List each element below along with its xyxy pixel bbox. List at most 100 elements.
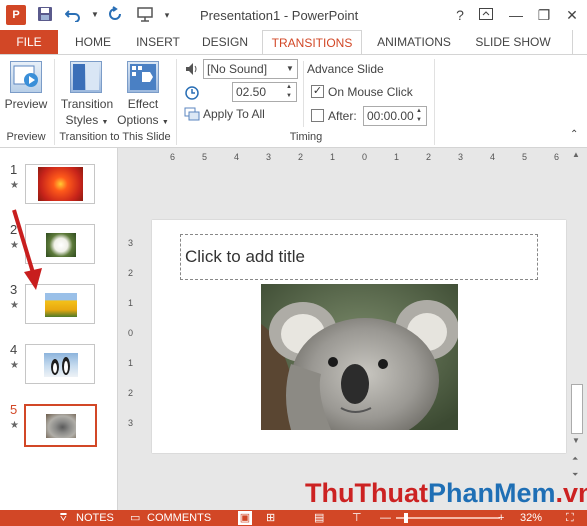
tabs-overflow[interactable] (572, 30, 587, 54)
sound-icon (184, 61, 200, 77)
effect-options-button[interactable]: Effect Options ▼ (116, 97, 170, 127)
slide-number: 5 (10, 402, 18, 417)
status-bar: ⩢ NOTES ▭ COMMENTS ▣ ⊞ ▤ ⊤ — + 32% ⛶ (0, 510, 587, 526)
effect-options-icon[interactable] (127, 61, 159, 93)
ruler-tick-label: 0 (362, 152, 368, 162)
tab-home[interactable]: HOME (66, 30, 120, 54)
preview-button[interactable]: Preview (4, 97, 48, 111)
tab-insert[interactable]: INSERT (128, 30, 188, 54)
comments-button[interactable]: COMMENTS (147, 511, 211, 525)
ruler-tick-label: 6 (170, 152, 176, 162)
animation-star-icon: ★ (10, 180, 19, 191)
white-flower-image (46, 233, 76, 257)
zoom-slider-thumb[interactable] (404, 513, 408, 523)
fit-to-window-icon[interactable]: ⛶ (566, 511, 574, 525)
duration-spinner[interactable]: 02.50 ▲ ▼ (232, 82, 297, 102)
powerpoint-app-icon[interactable]: P (6, 5, 26, 25)
tab-file[interactable]: FILE (0, 30, 58, 54)
customize-qat-icon[interactable]: ▾ (158, 6, 176, 24)
save-icon[interactable] (36, 6, 54, 24)
zoom-level[interactable]: 32% (520, 511, 542, 525)
group-separator (54, 59, 55, 145)
transition-styles-label-1: Transition (60, 97, 114, 111)
title-placeholder[interactable]: Click to add title (180, 234, 538, 280)
advance-slide-title: Advance Slide (307, 62, 384, 76)
spinner-arrows-icon[interactable]: ▲ ▼ (282, 83, 296, 101)
transition-styles-icon[interactable] (70, 61, 102, 93)
ruler-tick-label: 3 (458, 152, 464, 162)
transition-styles-button[interactable]: Transition Styles ▼ (58, 97, 116, 127)
previous-slide-icon[interactable]: ⏶ (572, 454, 578, 464)
start-slideshow-icon[interactable] (136, 6, 154, 24)
slide-canvas[interactable]: Click to add title (152, 220, 566, 453)
horizontal-ruler: 6 5 4 3 2 1 0 1 2 3 4 5 6 (152, 152, 565, 166)
zoom-in-icon[interactable]: + (498, 511, 504, 525)
close-icon[interactable]: ✕ (560, 4, 584, 26)
tab-animations[interactable]: ANIMATIONS (368, 30, 460, 54)
comments-icon[interactable]: ▭ (130, 511, 140, 525)
ribbon-tabs: FILE HOME INSERT DESIGN TRANSITIONS ANIM… (0, 30, 587, 55)
minimize-icon[interactable]: — (504, 4, 528, 26)
slide-thumbnail-4[interactable] (25, 344, 95, 384)
check-icon: ✓ (312, 85, 323, 97)
scrollbar-thumb[interactable] (571, 384, 583, 434)
ruler-tick-label: 2 (298, 152, 304, 162)
ribbon-display-icon[interactable] (474, 4, 498, 26)
after-time-spinner[interactable]: 00:00.00 ▲ ▼ (363, 106, 427, 126)
workspace: 1 ★ 2 ★ 3 ★ 4 ★ 5 ★ 6 5 4 3 2 1 0 1 2 3 … (0, 148, 587, 510)
animation-star-icon: ★ (10, 360, 19, 371)
spinner-arrows-icon[interactable]: ▲ ▼ (412, 107, 426, 125)
effect-options-label-1: Effect (127, 97, 159, 111)
help-button[interactable]: ? (448, 4, 472, 26)
zoom-out-icon[interactable]: — (380, 511, 391, 525)
vertical-ruler: 3 2 1 0 1 2 3 (124, 224, 138, 436)
on-mouse-click-checkbox[interactable]: ✓ (311, 85, 324, 98)
tab-slide-show[interactable]: SLIDE SHOW (470, 30, 556, 54)
red-arrow-annotation (12, 209, 42, 290)
timing-divider (303, 61, 304, 127)
animation-star-icon: ★ (10, 420, 19, 431)
sound-dropdown[interactable]: [No Sound] ▼ (203, 59, 298, 79)
group-separator (176, 59, 177, 145)
reading-view-icon[interactable]: ▤ (314, 511, 324, 525)
sound-value: [No Sound] (207, 62, 268, 76)
after-checkbox[interactable] (311, 109, 324, 122)
site-watermark: ThuThuatPhanMem.vn (305, 478, 587, 509)
group-separator (434, 59, 435, 145)
after-label[interactable]: After: (328, 109, 357, 123)
slideshow-view-icon[interactable]: ⊤ (352, 511, 362, 525)
ruler-tick-label: 1 (128, 298, 134, 308)
scroll-down-icon[interactable]: ▼ (572, 436, 580, 445)
collapse-ribbon-icon[interactable]: ⌃ (570, 129, 578, 140)
koala-thumbnail-image (46, 414, 76, 438)
restore-icon[interactable]: ❐ (532, 4, 556, 26)
ruler-tick-label: 5 (202, 152, 208, 162)
koala-image[interactable] (261, 284, 458, 430)
apply-to-all-button[interactable]: Apply To All (203, 107, 265, 121)
ruler-tick-label: 4 (234, 152, 240, 162)
ruler-tick-label: 3 (128, 238, 134, 248)
notes-icon[interactable]: ⩢ (60, 511, 67, 525)
slide-thumbnail-1[interactable] (25, 164, 95, 204)
undo-icon[interactable] (64, 6, 82, 24)
tab-design[interactable]: DESIGN (196, 30, 254, 54)
redo-icon[interactable] (106, 6, 124, 24)
preview-icon[interactable] (10, 61, 42, 93)
ruler-tick-label: 2 (426, 152, 432, 162)
tab-transitions[interactable]: TRANSITIONS (262, 30, 362, 55)
scroll-up-icon[interactable]: ▲ (572, 150, 580, 159)
duration-value: 02.50 (236, 85, 267, 99)
transition-styles-label-2: Styles ▼ (65, 113, 109, 127)
vertical-scrollbar[interactable]: ▲ ▼ ⏶ ⏷ (570, 148, 585, 510)
normal-view-icon[interactable]: ▣ (238, 511, 252, 525)
zoom-slider[interactable] (396, 517, 500, 519)
chevron-down-icon[interactable]: ▼ (283, 60, 297, 78)
on-mouse-click-label[interactable]: On Mouse Click (328, 85, 413, 99)
undo-dropdown-icon[interactable]: ▼ (86, 6, 104, 24)
slide-thumbnail-5[interactable] (24, 404, 97, 447)
notes-button[interactable]: NOTES (76, 511, 114, 525)
ruler-tick-label: 5 (522, 152, 528, 162)
ruler-tick-label: 1 (394, 152, 400, 162)
slide-sorter-icon[interactable]: ⊞ (266, 511, 275, 525)
ruler-tick-label: 0 (128, 328, 134, 338)
